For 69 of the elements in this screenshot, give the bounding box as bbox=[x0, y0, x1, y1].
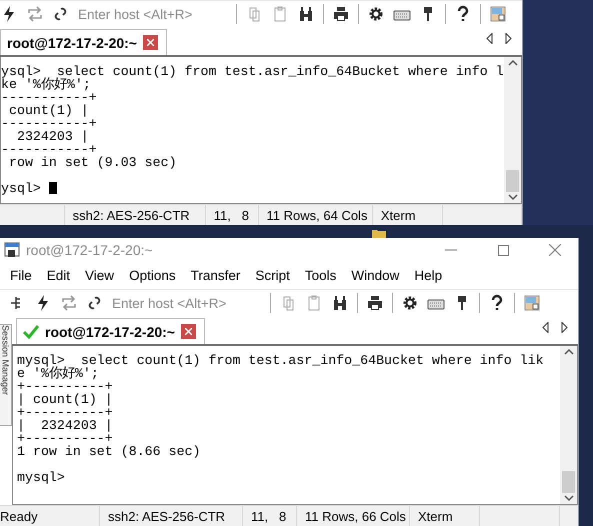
terminal-line: row in set (9.03 sec) bbox=[8, 155, 177, 170]
tab-close-icon[interactable] bbox=[142, 35, 158, 50]
scrollbar-thumb[interactable] bbox=[506, 170, 519, 192]
status-text: Xterm bbox=[418, 508, 453, 524]
session-tab[interactable]: root@172-17-2-20:~ bbox=[0, 29, 167, 55]
app-icon bbox=[4, 242, 20, 258]
terminal-line: -----------+ bbox=[1, 116, 97, 131]
printer-icon[interactable] bbox=[332, 5, 350, 23]
terminal-line: +----------+ bbox=[17, 379, 113, 394]
right-arrow-icon[interactable] bbox=[561, 322, 568, 332]
left-arrow-icon[interactable] bbox=[542, 322, 549, 332]
status-text: 11 Rows, 66 Cols bbox=[305, 508, 406, 524]
terminal-line: -----------+ bbox=[1, 90, 97, 105]
terminal-prompt: ysql> bbox=[1, 181, 42, 196]
session-manager-tab[interactable]: Session Manager bbox=[0, 324, 12, 426]
menu-item[interactable]: Tools bbox=[304, 268, 344, 283]
tab-close-icon[interactable] bbox=[180, 324, 196, 339]
reconnect-icon[interactable] bbox=[60, 294, 78, 312]
menu-item[interactable]: Options bbox=[129, 268, 183, 283]
scrollbar-thumb[interactable] bbox=[562, 471, 575, 493]
terminal-line: | 2324203 | bbox=[17, 418, 113, 433]
left-arrow-icon[interactable] bbox=[486, 32, 493, 44]
session-tab[interactable]: root@172-17-2-20:~ bbox=[16, 318, 205, 344]
menu-item[interactable]: Transfer bbox=[190, 268, 248, 283]
terminal-line: +----------+ bbox=[17, 405, 113, 420]
settings-icon[interactable] bbox=[401, 294, 419, 312]
close-icon[interactable] bbox=[549, 244, 561, 256]
lock-picture-icon[interactable] bbox=[523, 294, 541, 312]
status-text: 11, 8 bbox=[214, 208, 249, 222]
menu-item[interactable]: File bbox=[10, 268, 39, 283]
scroll-down-icon[interactable] bbox=[508, 194, 518, 201]
menu-item[interactable]: Script bbox=[255, 268, 297, 283]
menu-item[interactable]: Edit bbox=[46, 268, 78, 283]
menu-item[interactable]: Help bbox=[414, 268, 450, 283]
terminal-line: count(1) | bbox=[8, 103, 89, 118]
terminal-line: +----------+ bbox=[17, 431, 113, 446]
terminal-prompt: mysql> bbox=[17, 470, 66, 485]
status-text: ssh2: AES-256-CTR bbox=[108, 508, 226, 524]
binoculars-icon[interactable] bbox=[297, 5, 315, 23]
status-text: 11 Rows, 64 Cols bbox=[266, 208, 368, 222]
scrollbar[interactable] bbox=[504, 57, 521, 203]
scroll-up-icon[interactable] bbox=[564, 348, 574, 355]
binoculars-icon[interactable] bbox=[331, 294, 349, 312]
terminal-line: 1 row in set (8.66 sec) bbox=[17, 444, 201, 459]
minimize-icon[interactable] bbox=[445, 249, 457, 251]
terminal-line: mysql> select count(1) from test.asr_info_64Bucket where info lik bbox=[17, 353, 544, 368]
host-field[interactable]: Enter host <Alt+R> bbox=[78, 6, 228, 22]
terminal-line: e '%你好%'; bbox=[17, 366, 99, 381]
scroll-down-icon[interactable] bbox=[564, 495, 574, 502]
status-text: Xterm bbox=[380, 208, 416, 222]
reconnect-icon[interactable] bbox=[26, 5, 44, 23]
maximize-icon[interactable] bbox=[498, 244, 508, 256]
menu-item[interactable]: Window bbox=[351, 268, 406, 283]
scrollbar[interactable] bbox=[560, 346, 577, 504]
right-arrow-icon[interactable] bbox=[505, 32, 512, 44]
status-text: ssh2: AES-256-CTR bbox=[72, 208, 190, 222]
window-title: root@172-17-2-20:~ bbox=[26, 242, 154, 258]
printer-icon[interactable] bbox=[366, 294, 384, 312]
scroll-up-icon[interactable] bbox=[508, 59, 518, 66]
terminal-line: | count(1) | bbox=[17, 392, 113, 407]
settings-icon[interactable] bbox=[367, 5, 385, 23]
menu-item[interactable]: View bbox=[85, 268, 122, 283]
status-text: Ready bbox=[0, 508, 38, 524]
lock-picture-icon[interactable] bbox=[489, 5, 507, 23]
status-text: 11, 8 bbox=[251, 508, 286, 524]
terminal-line: ke '%你好%'; bbox=[1, 77, 91, 92]
host-field[interactable]: Enter host <Alt+R> bbox=[112, 296, 262, 310]
terminal-line: -----------+ bbox=[1, 142, 97, 157]
terminal-line: 2324203 | bbox=[16, 129, 89, 144]
